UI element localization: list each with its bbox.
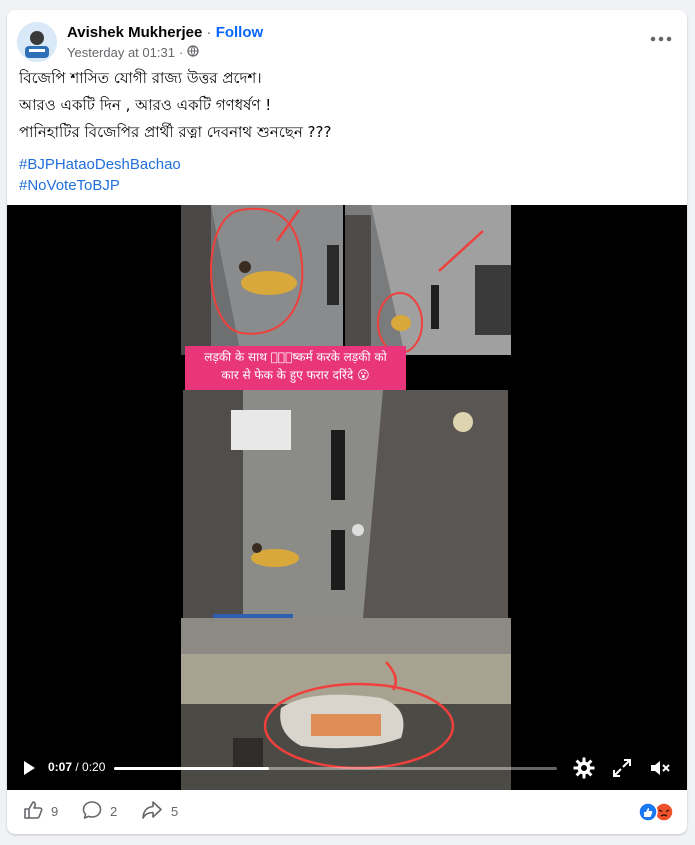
video-player[interactable]: लड़की के साथ दु᳚ष्कर्म करके लड़की को कार… — [7, 205, 687, 790]
post-text-line: বিজেপি শাসিত যোগী রাজ্য উত্তর প্রদেশ। — [19, 69, 262, 87]
duration: 0:20 — [82, 760, 106, 774]
comment-button[interactable]: 2 — [82, 800, 117, 823]
video-frame-cctv-1 — [181, 205, 343, 355]
hashtag-link[interactable]: #NoVoteToBJP — [19, 175, 181, 196]
caption-line: लड़की के साथ दु᳚ष्कर्म करके लड़की को — [204, 350, 387, 364]
author-line: Avishek Mukherjee · Follow — [67, 24, 263, 42]
post-text: বিজেপি শাসিত যোগী রাজ্য উত্তর প্রদেশ। আর… — [19, 68, 669, 149]
settings-icon[interactable] — [573, 757, 595, 779]
play-icon[interactable] — [21, 760, 37, 776]
share-count: 5 — [171, 804, 179, 819]
video-frame-cctv-3 — [183, 390, 508, 618]
time-separator: / — [72, 760, 83, 774]
share-icon — [141, 800, 163, 823]
reactions-summary[interactable] — [637, 802, 675, 822]
share-button[interactable]: 5 — [141, 800, 178, 823]
post-actions: 9 2 5 — [7, 790, 687, 834]
video-progress-bar[interactable] — [114, 767, 557, 770]
author-name[interactable]: Avishek Mukherjee — [67, 24, 202, 41]
post-meta: Yesterday at 01:31 · — [67, 45, 199, 60]
mute-icon[interactable] — [649, 757, 671, 779]
timestamp[interactable]: Yesterday at 01:31 — [67, 45, 175, 60]
meta-separator: · — [178, 45, 184, 60]
more-options-icon[interactable] — [649, 32, 673, 46]
post-card: Avishek Mukherjee · Follow Yesterday at … — [7, 10, 687, 834]
like-count: 9 — [51, 804, 59, 819]
hashtag-link[interactable]: #BJPHataoDeshBachao — [19, 154, 181, 175]
post-header: Avishek Mukherjee · Follow Yesterday at … — [7, 10, 687, 65]
comment-count: 2 — [110, 804, 118, 819]
video-frame-cctv-2 — [345, 205, 511, 355]
like-button[interactable]: 9 — [23, 800, 58, 823]
comment-icon — [82, 800, 102, 823]
hashtags: #BJPHataoDeshBachao #NoVoteToBJP — [19, 154, 181, 196]
post-text-line: আরও একটি দিন , আরও একটি গণধর্ষণ ! — [19, 96, 272, 114]
globe-icon[interactable] — [187, 45, 199, 60]
video-caption: लड़की के साथ दु᳚ष्कर्म करके लड़की को कार… — [185, 346, 406, 390]
video-time: 0:07 / 0:20 — [48, 760, 105, 774]
like-icon — [23, 800, 43, 823]
separator-dot: · — [206, 24, 212, 41]
caption-line: कार से फेक के हुए फरार दरिंदे 😮 — [221, 368, 370, 382]
post-text-line: পানিহাটির বিজেপির প্রার্থী রত্না দেবনাথ … — [19, 123, 332, 141]
avatar[interactable] — [17, 22, 57, 62]
video-controls: 0:07 / 0:20 — [7, 746, 687, 790]
video-progress-fill — [114, 767, 270, 770]
current-time: 0:07 — [48, 760, 73, 774]
fullscreen-icon[interactable] — [611, 757, 633, 779]
follow-button[interactable]: Follow — [216, 24, 264, 41]
